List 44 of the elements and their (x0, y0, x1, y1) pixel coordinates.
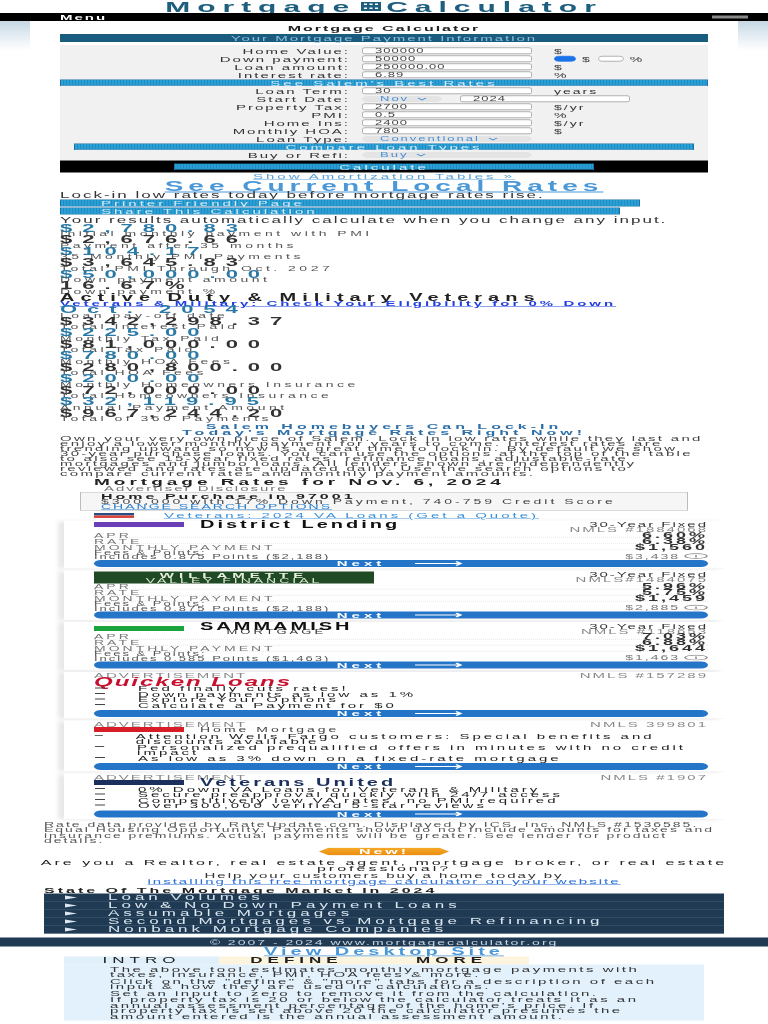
flag-icon (94, 513, 134, 518)
market-link[interactable]: Loan Volumes (44, 893, 724, 902)
payment-value: $1,459 (634, 595, 708, 601)
dash-icon (94, 755, 106, 760)
calculator-icon (360, 1, 383, 12)
triangle-icon (64, 918, 78, 924)
realtor-question: Are you a Realtor, real estate agent, mortgage broker, or real estate professional? (39, 858, 729, 872)
results-note: Your results automatically calculate when you change any input. (60, 216, 669, 224)
search-title: Home Purchase in 97001 (101, 493, 356, 499)
lender-name: District Lending (200, 521, 401, 528)
calculator-title: Mortgage Calculator (286, 24, 482, 32)
market-link[interactable]: Assumable Mortgages (44, 909, 724, 918)
lender-name: Veterans United (200, 779, 397, 786)
info-tab[interactable]: DEFINE (219, 956, 374, 965)
market-link[interactable]: Second Mortgages vs Mortgage Refinancing (44, 917, 724, 926)
triangle-icon (64, 926, 78, 932)
arrow-right-icon (415, 711, 466, 716)
info-tab[interactable]: MORE (374, 956, 529, 965)
lender-name: SAMMAMISH (200, 623, 353, 629)
new-badge: New! (318, 847, 450, 856)
payment-value: $1,644 (634, 645, 708, 651)
rate-value: 6.88% (641, 639, 708, 645)
info-tab[interactable]: INTRO (64, 956, 219, 965)
promo-heading: Salem Homebuyers Can Lock-In Today's Mortgage Rates Right Now! (181, 423, 587, 435)
apr-value: 6.60% (641, 532, 708, 538)
radio-button[interactable] (597, 56, 624, 62)
result-value: 16.67% (60, 282, 195, 289)
rate-value: 6.38% (641, 538, 708, 544)
payment-value: $1,560 (634, 544, 708, 550)
triangle-icon (64, 902, 78, 908)
market-link[interactable]: Nonbank Mortgage Companies (44, 925, 724, 934)
triangle-icon (64, 910, 78, 916)
radio-button[interactable] (554, 56, 576, 62)
rates-heading: Mortgage Rates for Nov. 6, 2024 (94, 478, 506, 486)
market-link[interactable]: Low & No Down Payment Loans (44, 901, 724, 910)
menu-icon[interactable] (712, 14, 748, 20)
triangle-icon (64, 894, 78, 900)
arrow-right-icon (415, 561, 466, 566)
apr-value: 5.96% (641, 583, 708, 589)
result-value: $2,780.83 (60, 224, 248, 232)
arrow-right-icon (415, 764, 466, 769)
apr-value: 7.03% (641, 633, 708, 639)
lock-text: Lock-in low rates today before mortgage rates rise. (60, 191, 545, 199)
rate-value: 5.75% (641, 589, 708, 595)
